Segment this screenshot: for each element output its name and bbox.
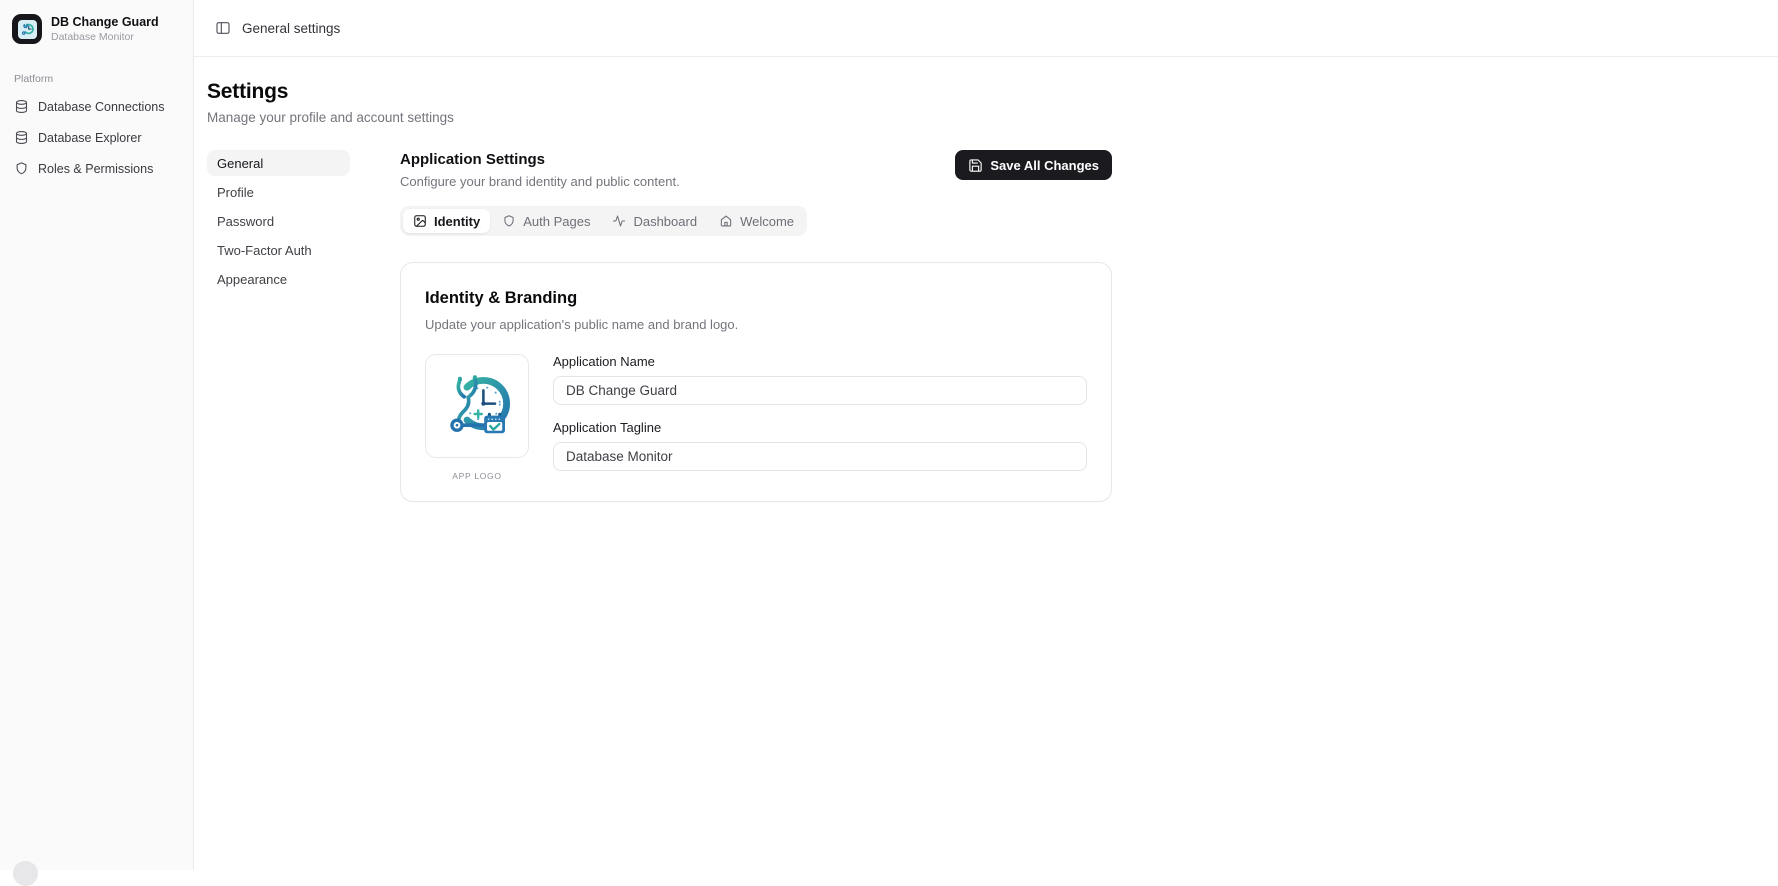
- sidebar: DB Change Guard Database Monitor Platfor…: [0, 0, 194, 886]
- sidebar-item-database-explorer[interactable]: Database Explorer: [10, 124, 183, 151]
- sidebar-item-label: Database Connections: [38, 99, 165, 114]
- home-icon: [719, 214, 733, 228]
- settings-nav-two-factor-auth[interactable]: Two-Factor Auth: [207, 237, 350, 263]
- section-title: Application Settings: [400, 151, 546, 168]
- tab-bar: Identity Auth Pages Dashboard Welcome: [400, 206, 808, 236]
- sidebar-nav: Database Connections Database Explorer R…: [10, 93, 183, 182]
- application-tagline-input[interactable]: [553, 442, 1087, 471]
- save-button-label: Save All Changes: [990, 157, 1099, 173]
- identity-branding-card: Identity & Branding Update your applicat…: [400, 262, 1112, 502]
- main-area: General settings Settings Manage your pr…: [194, 0, 1778, 870]
- settings-nav-label: Two-Factor Auth: [217, 242, 312, 258]
- page-title: Settings: [207, 80, 289, 103]
- card-subtitle: Update your application's public name an…: [425, 317, 739, 332]
- database-icon: [14, 130, 29, 145]
- save-icon: [968, 158, 983, 173]
- settings-nav-appearance[interactable]: Appearance: [207, 266, 350, 292]
- tab-auth-pages[interactable]: Auth Pages: [492, 209, 600, 233]
- tab-label: Dashboard: [633, 213, 698, 229]
- settings-nav-label: Password: [217, 213, 275, 229]
- brand[interactable]: DB Change Guard Database Monitor: [10, 12, 183, 46]
- shield-icon: [14, 161, 29, 176]
- tab-dashboard[interactable]: Dashboard: [602, 209, 707, 233]
- tab-label: Identity: [434, 213, 481, 229]
- settings-main: Application Settings Configure your bran…: [400, 150, 1112, 502]
- sidebar-section-label: Platform: [14, 73, 54, 85]
- save-all-changes-button[interactable]: Save All Changes: [955, 150, 1112, 180]
- card-title: Identity & Branding: [425, 289, 578, 307]
- image-icon: [413, 214, 427, 228]
- sidebar-item-label: Database Explorer: [38, 130, 142, 145]
- breadcrumb: General settings: [242, 20, 341, 36]
- app-logo-preview[interactable]: [425, 354, 529, 458]
- sidebar-item-label: Roles & Permissions: [38, 161, 154, 176]
- stethoscope-clock-mini-icon: [21, 23, 34, 35]
- avatar[interactable]: [13, 861, 38, 886]
- tab-label: Auth Pages: [523, 213, 591, 229]
- activity-icon: [612, 214, 626, 228]
- content: Settings Manage your profile and account…: [194, 57, 1778, 502]
- application-tagline-label: Application Tagline: [553, 420, 662, 435]
- application-name-input[interactable]: [553, 376, 1087, 405]
- settings-nav-label: General: [217, 155, 264, 171]
- tab-label: Welcome: [740, 213, 795, 229]
- app-logo-caption: APP LOGO: [452, 471, 502, 481]
- brand-tagline: Database Monitor: [51, 31, 134, 44]
- sidebar-item-roles-permissions[interactable]: Roles & Permissions: [10, 155, 183, 182]
- tab-identity[interactable]: Identity: [403, 209, 491, 233]
- settings-nav-label: Appearance: [217, 271, 288, 287]
- settings-nav-label: Profile: [217, 184, 254, 200]
- sidebar-item-database-connections[interactable]: Database Connections: [10, 93, 183, 120]
- section-subtitle: Configure your brand identity and public…: [400, 174, 680, 189]
- settings-nav: General Profile Password Two-Factor Auth…: [207, 150, 350, 502]
- panel-left-icon[interactable]: [215, 20, 231, 36]
- page-subtitle: Manage your profile and account settings: [207, 110, 454, 125]
- app-logo-icon: [12, 14, 42, 44]
- settings-nav-password[interactable]: Password: [207, 208, 350, 234]
- database-icon: [14, 99, 29, 114]
- settings-nav-profile[interactable]: Profile: [207, 179, 350, 205]
- stethoscope-clock-logo: [450, 375, 510, 434]
- shield-icon: [502, 214, 516, 228]
- application-name-label: Application Name: [553, 354, 655, 369]
- settings-nav-general[interactable]: General: [207, 150, 350, 176]
- brand-name: DB Change Guard: [51, 14, 159, 29]
- tab-welcome[interactable]: Welcome: [709, 209, 804, 233]
- topbar: General settings: [194, 0, 1778, 57]
